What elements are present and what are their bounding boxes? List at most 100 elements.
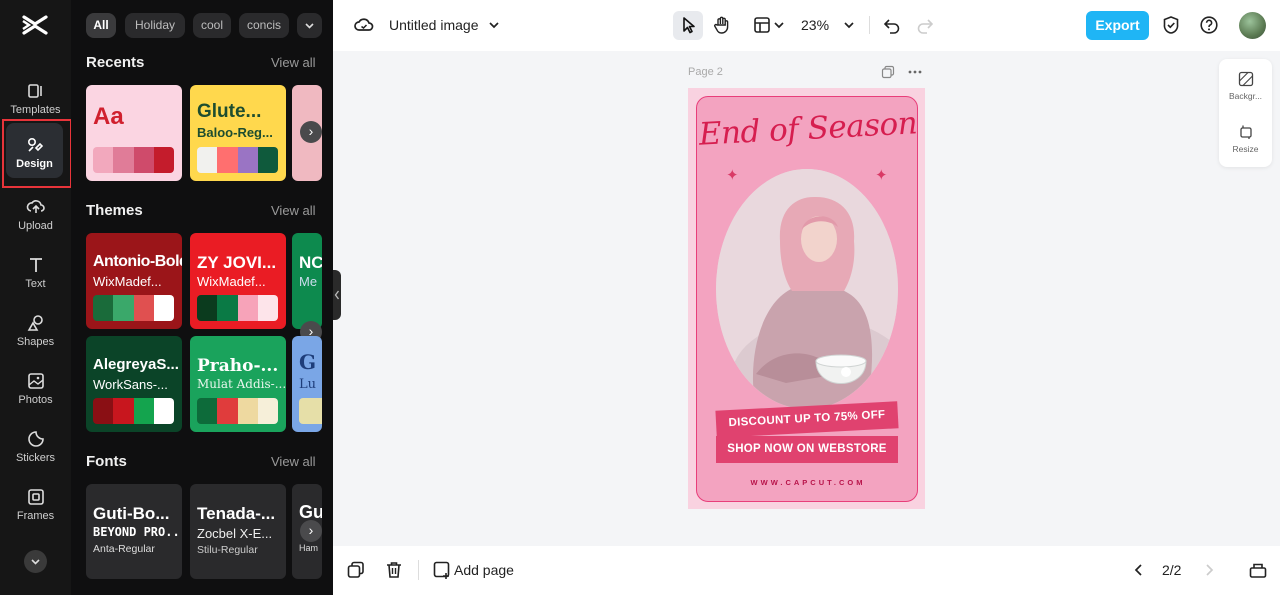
- chevron-left-icon[interactable]: [1128, 559, 1150, 581]
- card-heading: G: [299, 350, 317, 374]
- rail-item-frames[interactable]: Frames: [0, 481, 71, 537]
- background-button[interactable]: Backgr...: [1219, 71, 1272, 101]
- background-label: Backgr...: [1228, 91, 1263, 101]
- rail-expand-button[interactable]: [24, 550, 47, 573]
- rail-item-label: Upload: [18, 220, 53, 232]
- card-subtitle: Lu: [299, 377, 317, 392]
- chevron-down-icon[interactable]: [838, 14, 860, 36]
- document-title[interactable]: Untitled image: [389, 17, 479, 33]
- card-subtitle: BEYOND PRO...: [93, 525, 182, 539]
- trash-icon[interactable]: [383, 559, 405, 581]
- chip-concise[interactable]: concis: [239, 13, 289, 38]
- recents-view-all[interactable]: View all: [271, 55, 316, 70]
- export-button[interactable]: Export: [1086, 11, 1149, 40]
- fonts-title: Fonts: [86, 453, 127, 470]
- duplicate-page-icon[interactable]: [881, 65, 895, 79]
- poster-title[interactable]: End of Season: [696, 105, 920, 153]
- zoom-level[interactable]: 23%: [801, 17, 829, 33]
- color-swatches: [197, 147, 278, 173]
- shop-now-ribbon[interactable]: SHOP NOW ON WEBSTORE: [716, 436, 898, 463]
- rail-item-label: Stickers: [15, 452, 56, 464]
- recents-next-button[interactable]: ›: [300, 121, 322, 143]
- chip-holiday[interactable]: Holiday: [125, 13, 185, 38]
- top-bar: Untitled image 23% Export: [333, 0, 1280, 51]
- recent-card-1[interactable]: Aa: [86, 85, 182, 181]
- page-counter: 2/2: [1162, 562, 1182, 578]
- card-heading: Praho-...: [197, 356, 279, 376]
- color-swatches: [197, 398, 278, 424]
- theme-card-6-partial[interactable]: G Lu: [292, 336, 322, 432]
- rail-item-label: Text: [25, 278, 46, 290]
- card-subtitle: Mulat Addis-...: [197, 377, 286, 391]
- recents-title: Recents: [86, 54, 145, 71]
- card-heading: Antonio-Bold: [93, 253, 182, 270]
- card-heading: ZY JOVI...: [197, 253, 277, 272]
- color-swatches: [93, 398, 174, 424]
- left-rail: Templates Design Upload Text Shapes Phot…: [0, 0, 72, 595]
- theme-card-3-partial[interactable]: NC Me: [292, 233, 322, 329]
- font-card-1[interactable]: Guti-Bo... BEYOND PRO... Anta-Regular: [86, 484, 182, 579]
- chevron-down-icon[interactable]: [483, 14, 505, 36]
- rail-item-upload[interactable]: Upload: [0, 191, 71, 247]
- recent-card-2[interactable]: Glute... Baloo-Reg...: [190, 85, 286, 181]
- rail-item-stickers[interactable]: Stickers: [0, 423, 71, 479]
- theme-card-1[interactable]: Antonio-Bold WixMadef...: [86, 233, 182, 329]
- card-heading: NC: [299, 253, 322, 272]
- cursor-select-icon[interactable]: [678, 14, 700, 36]
- model-photo-illustration: [716, 169, 898, 409]
- right-side-panel: Backgr... Resize: [1219, 59, 1272, 167]
- capcut-logo-icon[interactable]: [21, 13, 49, 37]
- page-label: Page 2: [688, 66, 723, 78]
- redo-icon[interactable]: [914, 14, 936, 36]
- frames-icon: [27, 489, 44, 505]
- more-options-icon[interactable]: [907, 65, 923, 79]
- stickers-icon: [27, 431, 44, 447]
- pages-panel-icon[interactable]: [1247, 559, 1269, 581]
- add-page-icon[interactable]: [431, 559, 453, 581]
- card-subtitle: Zocbel X-E...: [197, 526, 273, 541]
- panel-collapse-handle[interactable]: [333, 270, 341, 320]
- rail-item-shapes[interactable]: Shapes: [0, 307, 71, 363]
- font-card-2[interactable]: Tenada-... Zocbel X-E... Stilu-Regular: [190, 484, 286, 579]
- poster-design[interactable]: End of Season ✦ ✦ DISCOUNT UP TO 75% OFF…: [696, 96, 918, 502]
- fonts-next-button[interactable]: ›: [300, 520, 322, 542]
- theme-card-4[interactable]: AlegreyaS... WorkSans-...: [86, 336, 182, 432]
- discount-ribbon[interactable]: DISCOUNT UP TO 75% OFF: [715, 401, 899, 438]
- active-highlight: [2, 119, 72, 188]
- card-subtitle: WixMadef...: [93, 274, 162, 289]
- toolbar-divider: [869, 16, 870, 34]
- model-photo[interactable]: [716, 169, 898, 409]
- add-page-button[interactable]: Add page: [454, 562, 514, 578]
- chip-cool[interactable]: cool: [193, 13, 231, 38]
- themes-view-all[interactable]: View all: [271, 203, 316, 218]
- duplicate-icon[interactable]: [345, 559, 367, 581]
- card-font-name: Ham: [299, 543, 319, 553]
- card-font-name: Stilu-Regular: [197, 544, 258, 556]
- design-panel: All Holiday cool concis Recents View all…: [71, 0, 333, 595]
- fonts-view-all[interactable]: View all: [271, 454, 316, 469]
- chevron-right-icon[interactable]: [1198, 559, 1220, 581]
- rail-item-text[interactable]: Text: [0, 249, 71, 305]
- sparkle-icon: ✦: [726, 167, 739, 184]
- chips-more-button[interactable]: [297, 13, 322, 38]
- bottom-divider: [418, 560, 419, 580]
- photos-icon: [27, 373, 44, 389]
- shield-check-icon[interactable]: [1160, 14, 1182, 36]
- theme-card-2[interactable]: ZY JOVI... WixMadef...: [190, 233, 286, 329]
- poster-url[interactable]: WWW.CAPCUT.COM: [697, 478, 919, 487]
- resize-button[interactable]: Resize: [1219, 124, 1272, 154]
- chevron-down-icon[interactable]: [768, 14, 790, 36]
- sparkle-icon: ✦: [875, 167, 888, 184]
- hand-pan-icon[interactable]: [711, 14, 733, 36]
- help-icon[interactable]: [1198, 14, 1220, 36]
- card-subtitle: Baloo-Reg...: [197, 125, 273, 140]
- rail-item-photos[interactable]: Photos: [0, 365, 71, 421]
- theme-card-5[interactable]: Praho-... Mulat Addis-...: [190, 336, 286, 432]
- undo-icon[interactable]: [881, 14, 903, 36]
- rail-item-label: Templates: [10, 104, 61, 116]
- card-subtitle: WorkSans-...: [93, 377, 168, 392]
- color-swatches: [93, 147, 174, 173]
- cloud-sync-icon[interactable]: [353, 14, 375, 36]
- chip-all[interactable]: All: [86, 13, 116, 38]
- avatar[interactable]: [1239, 12, 1266, 39]
